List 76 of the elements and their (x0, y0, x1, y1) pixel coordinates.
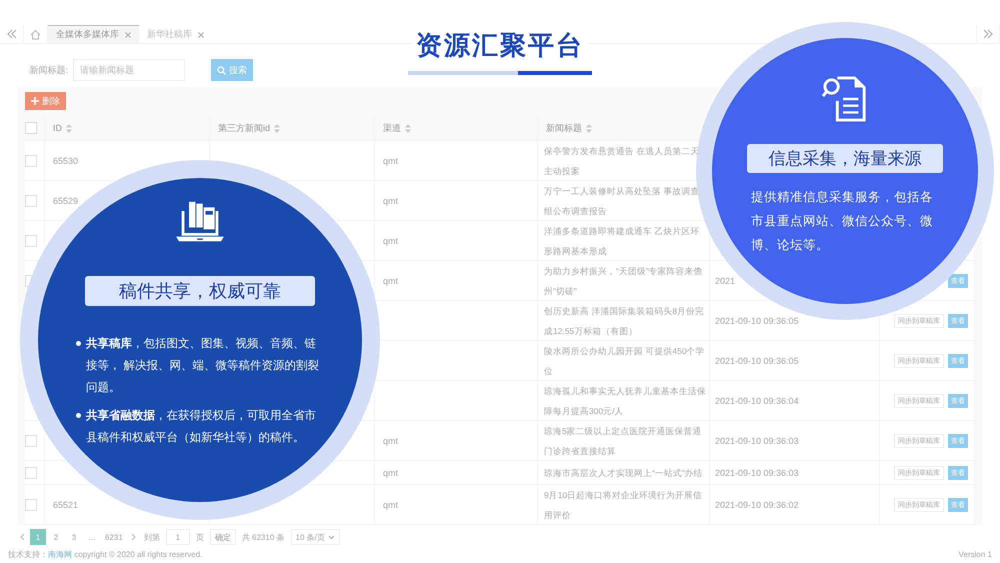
scroll-left-icon[interactable] (6, 29, 18, 40)
confirm-button[interactable]: 确定 (210, 529, 236, 546)
search-icon (217, 66, 226, 75)
news-title: 9月10日起海口将对企业环境行为开展信用评价 (544, 489, 704, 522)
page-button[interactable]: ... (84, 529, 100, 546)
column-header[interactable]: 新闻标题 (546, 118, 582, 138)
news-title: 创历史新高 洋浦国际集装箱码头8月份完成12.55万标箱（有图） (544, 305, 706, 338)
table-cell-text: 2021 (715, 275, 736, 288)
bullet-text: 共享省融数据，在获得授权后，可取用全省市县稿件和权威平台（如新华社等）的稿件。 (86, 407, 317, 446)
row-checkbox[interactable] (25, 235, 37, 248)
table-cell-text: qmt (383, 195, 398, 208)
table-cell-text: qmt (383, 435, 398, 448)
table-cell-text: qmt (383, 499, 398, 512)
table-cell-text: 2021-09-10 09:36:03 (715, 435, 799, 448)
row-checkbox[interactable] (25, 466, 37, 479)
scroll-right-icon[interactable] (982, 29, 994, 40)
table-cell-text: qmt (383, 235, 398, 248)
search-button[interactable]: 搜索 (211, 59, 253, 82)
news-title: 陵水两所公办幼儿园开园 可提供450个学位 (544, 345, 706, 378)
page-field[interactable]: 1 (166, 529, 190, 546)
sort-icon[interactable] (274, 124, 280, 133)
column-header[interactable]: 第三方新闻id (218, 118, 270, 138)
footer-text: 技术支持：南海网 copyright © 2020 all rights reserved. (8, 548, 202, 560)
news-title: 琼海市高层次人才实现网上“一站式”办结 (544, 466, 703, 480)
card-heading: 稿件共享，权威可靠 (85, 276, 315, 306)
column-header[interactable]: 渠道 (383, 118, 401, 138)
row-checkbox[interactable] (25, 499, 37, 512)
tab[interactable]: 全媒体多媒体库 (48, 25, 139, 44)
document-search-icon (822, 76, 868, 122)
table-cell-text: 2021-09-10 09:36:02 (715, 499, 799, 512)
row-checkbox[interactable] (25, 155, 37, 168)
footer-link[interactable]: 南海网 (48, 550, 72, 559)
plus-icon (31, 97, 39, 106)
home-icon[interactable] (30, 28, 41, 40)
card-heading: 信息采集，海量来源 (747, 144, 943, 173)
table-cell-text: 2021-09-10 09:36:04 (715, 395, 799, 408)
table-cell-text: qmt (383, 155, 398, 168)
version-text: Version 1 (958, 550, 992, 559)
goto-label: 到第 (142, 532, 161, 543)
search-field[interactable]: 请输新闻标题 (73, 59, 185, 82)
goto-suffix: 页 (194, 532, 205, 543)
card-description: 提供精准信息采集服务，包括各市县重点网站、微信公众号、微博、论坛等。 (751, 188, 934, 254)
close-icon[interactable] (125, 32, 131, 38)
delete-button[interactable]: 删除 (25, 92, 66, 110)
table-cell-text: qmt (383, 275, 398, 288)
row-checkbox[interactable] (25, 435, 37, 448)
page-button[interactable]: 6231 (102, 529, 126, 546)
bullet-text: 共享稿库，包括图文、图集、视频、音频、链接等， 解决报、网、端、微等稿件资源的割裂问题。 (86, 335, 320, 396)
page-button[interactable]: 3 (66, 529, 82, 546)
sort-icon[interactable] (405, 124, 411, 133)
field-label: 新闻标题: (28, 64, 68, 77)
page-button[interactable]: 1 (30, 529, 46, 546)
caret-icon (328, 534, 335, 540)
sort-icon[interactable] (586, 124, 592, 133)
table-cell-text: 65530 (53, 155, 78, 168)
table-cell-text: 2021-09-10 09:36:05 (715, 315, 799, 328)
news-title: 琼海孤儿和事实无人抚养儿童基本生活保障每月提高300元/人 (544, 385, 707, 418)
bullet-icon (76, 413, 81, 418)
table-cell-text: 65529 (53, 195, 78, 208)
news-title: 为助力乡村振兴，“天团级”专家阵容来儋州“切磋” (544, 265, 704, 298)
sort-icon[interactable] (66, 124, 72, 133)
close-icon[interactable] (198, 32, 204, 38)
news-title: 琼海5家二级以上定点医院开通医保普通门诊跨省直接结算 (544, 425, 703, 458)
table-cell-text: 2021-09-10 09:36:03 (715, 466, 799, 480)
select-all-checkbox[interactable] (25, 122, 37, 134)
table-cell-text: 2021-09-10 09:36:05 (715, 355, 799, 368)
news-title: 洋浦多条道路即将建成通车 乙炔片区环形路网基本形成 (544, 225, 700, 258)
table-cell-text: 65521 (53, 499, 78, 512)
page-size-select[interactable]: 10 条/页 (290, 529, 340, 546)
bullet-icon (76, 341, 81, 346)
table-cell-text: qmt (383, 466, 398, 480)
total-count: 共 62310 条 (240, 532, 286, 543)
column-header[interactable]: ID (53, 118, 62, 138)
books-laptop-icon (176, 200, 224, 244)
page-button[interactable]: 2 (48, 529, 64, 546)
row-checkbox[interactable] (25, 195, 37, 208)
